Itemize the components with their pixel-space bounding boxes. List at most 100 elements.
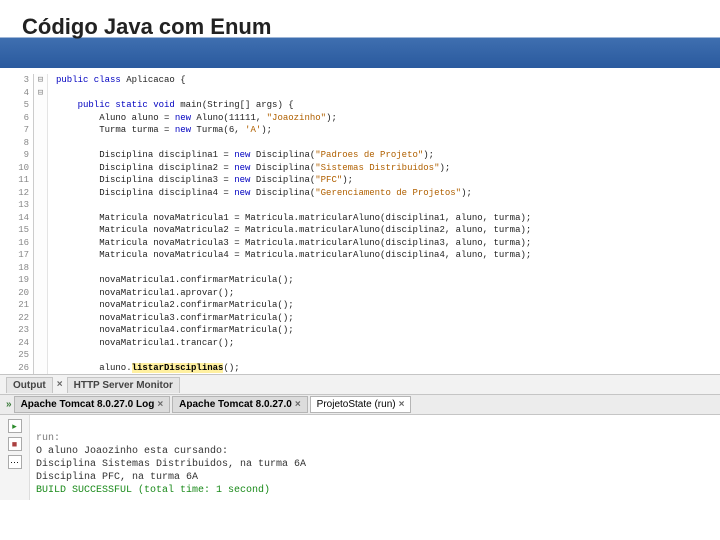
code-line: Matricula novaMatricula1 = Matricula.mat…: [56, 212, 720, 225]
code-line: Turma turma = new Turma(6, 'A');: [56, 124, 720, 137]
fold-mark[interactable]: [34, 199, 47, 212]
fold-mark[interactable]: [34, 99, 47, 112]
fold-mark[interactable]: [34, 349, 47, 362]
code-line: novaMatricula2.confirmarMatricula();: [56, 299, 720, 312]
line-number: 25: [0, 349, 29, 362]
code-line: Disciplina disciplina3 = new Disciplina(…: [56, 174, 720, 187]
fold-mark[interactable]: [34, 162, 47, 175]
code-line: Matricula novaMatricula4 = Matricula.mat…: [56, 249, 720, 262]
code-line: Matricula novaMatricula2 = Matricula.mat…: [56, 224, 720, 237]
fold-mark[interactable]: ⊟: [34, 74, 47, 87]
line-number: 6: [0, 112, 29, 125]
code-line: novaMatricula3.confirmarMatricula();: [56, 312, 720, 325]
code-line: novaMatricula1.trancar();: [56, 337, 720, 350]
arrow-icon[interactable]: »: [6, 399, 12, 410]
code-line: public class Aplicacao {: [56, 74, 720, 87]
fold-mark[interactable]: [34, 337, 47, 350]
code-line: novaMatricula4.confirmarMatricula();: [56, 324, 720, 337]
console-toolbar: ▸ ■ ⋯: [0, 415, 30, 500]
fold-mark[interactable]: [34, 287, 47, 300]
line-number: 24: [0, 337, 29, 350]
line-number: 19: [0, 274, 29, 287]
code-line: Disciplina disciplina2 = new Disciplina(…: [56, 162, 720, 175]
code-editor: 3456789101112131415161718192021222324252…: [0, 68, 720, 374]
close-icon[interactable]: ×: [157, 399, 163, 410]
code-line: Disciplina disciplina4 = new Disciplina(…: [56, 187, 720, 200]
page-title: Código Java com Enum: [22, 14, 698, 40]
code-line: novaMatricula1.aprovar();: [56, 287, 720, 300]
line-number: 14: [0, 212, 29, 225]
line-number: 15: [0, 224, 29, 237]
line-number: 4: [0, 87, 29, 100]
line-number: 7: [0, 124, 29, 137]
line-number: 17: [0, 249, 29, 262]
output-tab-tomcat[interactable]: Apache Tomcat 8.0.27.0 ×: [172, 396, 308, 413]
output-tab-run[interactable]: ProjetoState (run) ×: [310, 396, 412, 413]
fold-mark[interactable]: [34, 187, 47, 200]
console-line: run:: [36, 433, 60, 444]
console-build-status: BUILD SUCCESSFUL (total time: 1 second): [36, 485, 270, 496]
line-number: 18: [0, 262, 29, 275]
tab-label: ProjetoState (run): [317, 399, 396, 410]
line-number: 11: [0, 174, 29, 187]
fold-mark[interactable]: [34, 112, 47, 125]
fold-mark[interactable]: ⊟: [34, 87, 47, 100]
console-line: Disciplina Sistemas Distribuidos, na tur…: [36, 459, 306, 470]
tab-label: Apache Tomcat 8.0.27.0: [179, 399, 292, 410]
fold-mark[interactable]: [34, 324, 47, 337]
settings-icon[interactable]: ⋯: [8, 455, 22, 469]
line-number: 8: [0, 137, 29, 150]
code-line: [56, 137, 720, 150]
fold-mark[interactable]: [34, 299, 47, 312]
tab-label: Apache Tomcat 8.0.27.0 Log: [21, 399, 155, 410]
console-line: Disciplina PFC, na turma 6A: [36, 472, 198, 483]
fold-mark[interactable]: [34, 262, 47, 275]
output-subtabs: » Apache Tomcat 8.0.27.0 Log × Apache To…: [0, 394, 720, 414]
line-number: 5: [0, 99, 29, 112]
code-line: Matricula novaMatricula3 = Matricula.mat…: [56, 237, 720, 250]
line-number: 20: [0, 287, 29, 300]
tab-output[interactable]: Output: [6, 377, 53, 393]
line-number: 16: [0, 237, 29, 250]
fold-mark[interactable]: [34, 362, 47, 375]
code-line: novaMatricula1.confirmarMatricula();: [56, 274, 720, 287]
code-line: aluno.listarDisciplinas();: [56, 362, 720, 375]
line-number: 23: [0, 324, 29, 337]
line-number: 10: [0, 162, 29, 175]
tab-http-monitor[interactable]: HTTP Server Monitor: [67, 377, 180, 393]
line-number-gutter: 3456789101112131415161718192021222324252…: [0, 74, 34, 374]
code-line: [56, 87, 720, 100]
fold-mark[interactable]: [34, 237, 47, 250]
console-line: O aluno Joaozinho esta cursando:: [36, 446, 228, 457]
line-number: 12: [0, 187, 29, 200]
close-icon[interactable]: ×: [295, 399, 301, 410]
code-area[interactable]: public class Aplicacao { public static v…: [48, 74, 720, 374]
console-output[interactable]: run: O aluno Joaozinho esta cursando: Di…: [30, 415, 720, 500]
stop-icon[interactable]: ■: [8, 437, 22, 451]
fold-mark[interactable]: [34, 212, 47, 225]
line-number: 13: [0, 199, 29, 212]
line-number: 9: [0, 149, 29, 162]
fold-mark[interactable]: [34, 312, 47, 325]
close-icon[interactable]: ×: [399, 399, 405, 410]
rerun-icon[interactable]: ▸: [8, 419, 22, 433]
fold-mark[interactable]: [34, 274, 47, 287]
output-tab-tomcat-log[interactable]: Apache Tomcat 8.0.27.0 Log ×: [14, 396, 171, 413]
fold-mark[interactable]: [34, 149, 47, 162]
fold-mark[interactable]: [34, 249, 47, 262]
close-icon[interactable]: ×: [57, 379, 63, 390]
fold-mark[interactable]: [34, 174, 47, 187]
code-line: [56, 349, 720, 362]
code-line: [56, 262, 720, 275]
code-line: Aluno aluno = new Aluno(11111, "Joaozinh…: [56, 112, 720, 125]
line-number: 22: [0, 312, 29, 325]
code-line: public static void main(String[] args) {: [56, 99, 720, 112]
code-line: Disciplina disciplina1 = new Disciplina(…: [56, 149, 720, 162]
code-line: [56, 199, 720, 212]
fold-mark[interactable]: [34, 137, 47, 150]
fold-mark[interactable]: [34, 124, 47, 137]
fold-mark[interactable]: [34, 224, 47, 237]
line-number: 3: [0, 74, 29, 87]
line-number: 21: [0, 299, 29, 312]
bottom-panel-tabs: Output × HTTP Server Monitor: [0, 374, 720, 394]
